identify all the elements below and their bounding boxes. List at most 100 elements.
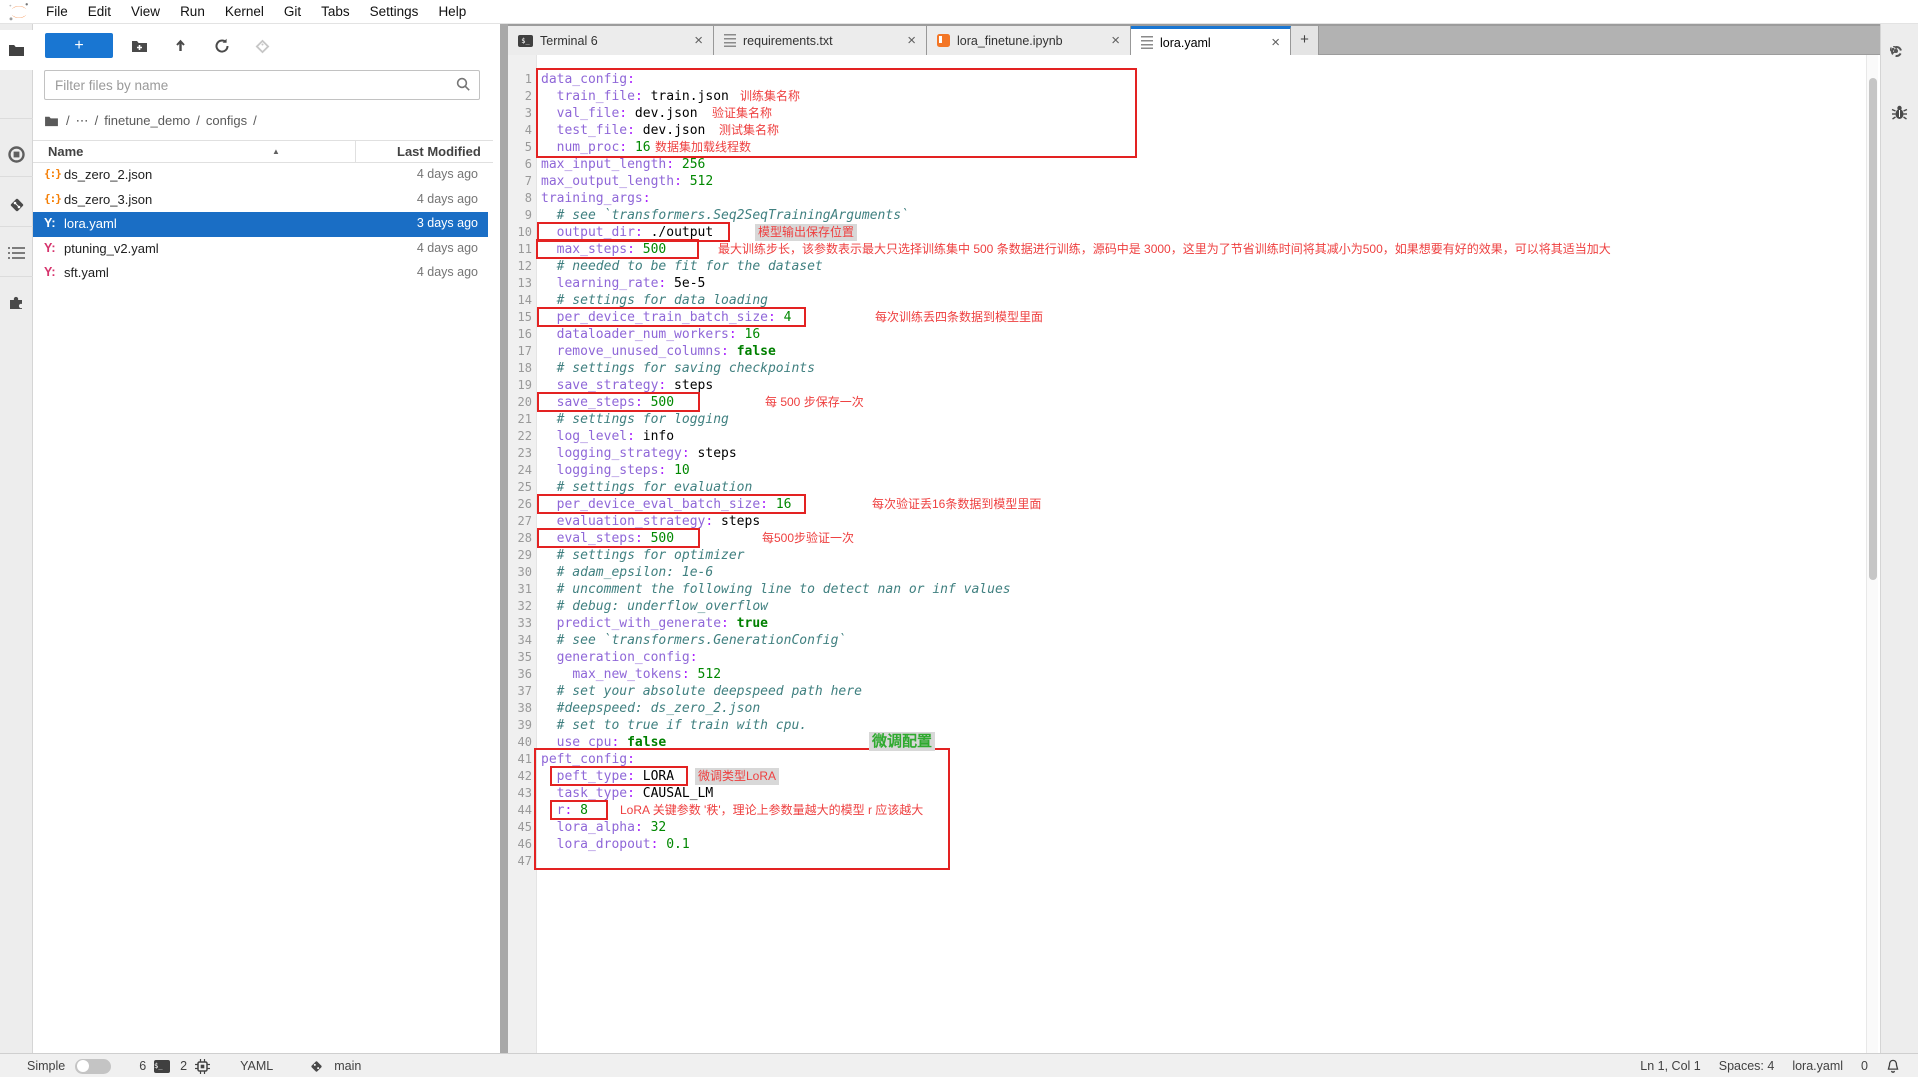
menu-view[interactable]: View <box>121 0 170 24</box>
menu-run[interactable]: Run <box>170 0 215 24</box>
line-number: 19 <box>508 377 532 394</box>
file-row-sft.yaml[interactable]: Y:sft.yaml4 days ago <box>33 261 488 286</box>
debugger-tab[interactable] <box>1891 104 1909 122</box>
kernels-count[interactable]: 2 <box>180 1059 187 1073</box>
file-modified-time: 3 days ago <box>417 216 478 230</box>
line-number: 4 <box>508 122 532 139</box>
tab-label: lora.yaml <box>1160 36 1261 50</box>
upload-button[interactable] <box>171 37 189 55</box>
tab-close-icon[interactable]: × <box>1109 33 1122 48</box>
bell-icon[interactable] <box>1886 1059 1900 1074</box>
breadcrumb-dir[interactable]: configs <box>206 113 247 128</box>
tab-close-icon[interactable]: × <box>692 33 705 48</box>
code-line: val_file: dev.json <box>541 105 1011 122</box>
menu-file[interactable]: File <box>36 0 78 24</box>
gears-icon <box>1891 46 1902 57</box>
code-line: lora_alpha: 32 <box>541 819 1011 836</box>
code-content[interactable]: data_config: train_file: train.json val_… <box>541 71 1011 870</box>
breadcrumb-dir[interactable]: ⋯ <box>76 113 89 128</box>
terminals-count[interactable]: 6 <box>139 1059 146 1073</box>
line-number: 12 <box>508 258 532 275</box>
language-indicator[interactable]: YAML <box>240 1059 273 1073</box>
file-row-ds_zero_2.json[interactable]: {:}ds_zero_2.json4 days ago <box>33 163 488 188</box>
new-launcher-button[interactable]: + <box>45 33 113 58</box>
line-number: 47 <box>508 853 532 870</box>
panel-splitter[interactable] <box>500 24 508 1053</box>
line-number: 17 <box>508 343 532 360</box>
line-number: 14 <box>508 292 532 309</box>
git-icon <box>8 196 26 214</box>
annotation-label-8: 每 500 步保存一次 <box>765 394 864 411</box>
kernel-chip-icon[interactable] <box>195 1059 210 1074</box>
column-header-modified[interactable]: Last Modified <box>397 144 481 159</box>
code-line: # see `transformers.GenerationConfig` <box>541 632 1011 649</box>
file-modified-time: 4 days ago <box>417 192 478 206</box>
code-line: num_proc: 16 <box>541 139 1011 156</box>
new-folder-button[interactable] <box>130 37 148 55</box>
editor-scrollbar-thumb[interactable] <box>1869 78 1877 580</box>
tab-lora.yaml[interactable]: lora.yaml × <box>1131 26 1291 56</box>
table-of-contents-tab[interactable] <box>0 236 33 269</box>
line-number: 9 <box>508 207 532 224</box>
breadcrumb-dir[interactable]: finetune_demo <box>104 113 190 128</box>
tab-requirements.txt[interactable]: requirements.txt× <box>714 26 927 55</box>
property-inspector-tab[interactable] <box>1891 46 1909 64</box>
main-dock: $_Terminal 6×requirements.txt×lora_finet… <box>508 24 1880 1053</box>
column-header-name[interactable]: Name <box>48 144 83 159</box>
menu-help[interactable]: Help <box>428 0 476 24</box>
line-number: 28 <box>508 530 532 547</box>
menu-kernel[interactable]: Kernel <box>215 0 274 24</box>
line-number: 31 <box>508 581 532 598</box>
breadcrumb-separator: / <box>253 113 257 128</box>
simple-mode-toggle[interactable] <box>75 1059 111 1074</box>
indent-indicator[interactable]: Spaces: 4 <box>1719 1059 1775 1073</box>
line-number: 23 <box>508 445 532 462</box>
file-row-lora.yaml[interactable]: Y:lora.yaml3 days ago <box>33 212 488 237</box>
line-number: 43 <box>508 785 532 802</box>
list-icon <box>8 246 25 260</box>
menu-tabs[interactable]: Tabs <box>311 0 360 24</box>
terminal-icon[interactable]: $_ <box>154 1060 170 1073</box>
home-folder-icon[interactable] <box>44 115 59 127</box>
running-sessions-tab[interactable] <box>0 138 33 171</box>
refresh-icon <box>214 38 230 54</box>
file-row-ptuning_v2.yaml[interactable]: Y:ptuning_v2.yaml4 days ago <box>33 237 488 262</box>
tab-Terminal 6[interactable]: $_Terminal 6× <box>508 26 714 55</box>
line-number: 13 <box>508 275 532 292</box>
code-line: max_output_length: 512 <box>541 173 1011 190</box>
new-tab-button[interactable]: + <box>1291 26 1319 55</box>
line-number: 18 <box>508 360 532 377</box>
text-file-icon <box>724 34 736 47</box>
file-browser-tab[interactable] <box>0 30 33 70</box>
menu-git[interactable]: Git <box>274 0 311 24</box>
code-line: # settings for data loading <box>541 292 1011 309</box>
code-line: # settings for saving checkpoints <box>541 360 1011 377</box>
yaml-file-icon: Y: <box>44 265 62 281</box>
tab-close-icon[interactable]: × <box>1269 35 1282 50</box>
file-name: ptuning_v2.yaml <box>64 241 159 256</box>
git-branch-name[interactable]: main <box>334 1059 361 1073</box>
file-name: ds_zero_3.json <box>64 192 152 207</box>
file-row-ds_zero_3.json[interactable]: {:}ds_zero_3.json4 days ago <box>33 188 488 213</box>
menu-edit[interactable]: Edit <box>78 0 121 24</box>
git-branch-icon <box>309 1059 324 1074</box>
yaml-file-icon: Y: <box>44 216 62 232</box>
tab-lora_finetune.ipynb[interactable]: lora_finetune.ipynb× <box>927 26 1131 55</box>
extension-manager-tab[interactable] <box>0 286 33 319</box>
notifications-count[interactable]: 0 <box>1861 1059 1868 1073</box>
line-number: 2 <box>508 88 532 105</box>
code-line: peft_config: <box>541 751 1011 768</box>
line-number: 29 <box>508 547 532 564</box>
refresh-button[interactable] <box>213 37 231 55</box>
tab-close-icon[interactable]: × <box>905 33 918 48</box>
file-name: sft.yaml <box>64 265 109 280</box>
menu-settings[interactable]: Settings <box>360 0 429 24</box>
git-tab[interactable] <box>0 188 33 221</box>
filter-files-input[interactable] <box>55 72 450 98</box>
line-number: 27 <box>508 513 532 530</box>
cursor-position[interactable]: Ln 1, Col 1 <box>1640 1059 1700 1073</box>
annotation-label-9: 每次验证丢16条数据到模型里面 <box>872 496 1041 513</box>
code-editor[interactable]: 1234567891011121314151617181920212223242… <box>508 55 1880 1053</box>
editor-scrollbar-track[interactable] <box>1866 55 1878 1053</box>
status-bar: Simple 6 $_ 2 YAML main <box>0 1053 1918 1077</box>
